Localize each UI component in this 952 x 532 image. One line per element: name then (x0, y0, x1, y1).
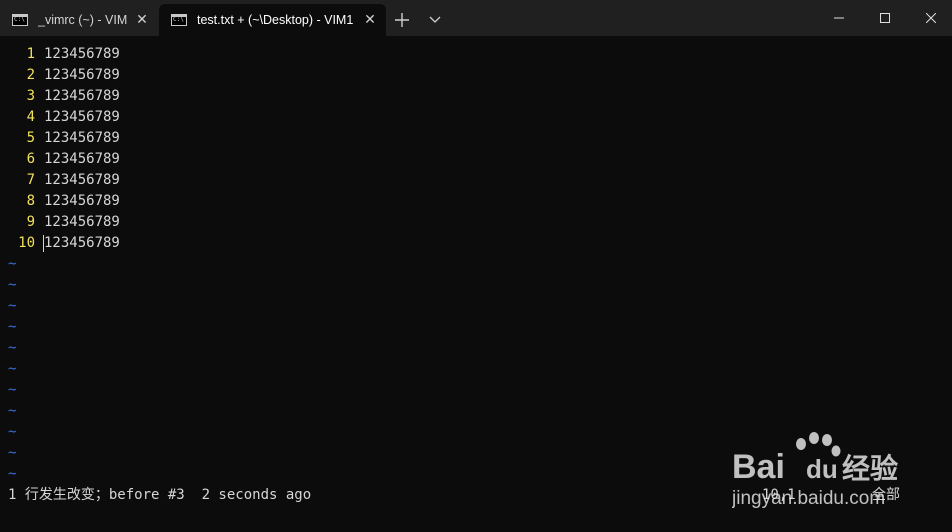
empty-line-tilde: ~ (8, 361, 17, 377)
line-text: 123456789 (44, 172, 120, 188)
line-number: 6 (26, 151, 35, 167)
baidu-paw-logo (796, 432, 841, 457)
scroll-indicator: 全部 (872, 487, 900, 503)
close-icon[interactable]: ✕ (360, 10, 380, 30)
editor-line: 9 123456789 (0, 212, 120, 233)
watermark-cn: 经验 (842, 452, 898, 485)
editor-line: 3 123456789 (0, 86, 120, 107)
tab-dropdown-button[interactable] (424, 8, 446, 32)
close-icon (926, 13, 936, 23)
empty-line-tilde: ~ (8, 319, 17, 335)
empty-line-tilde: ~ (8, 382, 17, 398)
line-text: 123456789 (44, 193, 120, 209)
empty-line-tilde: ~ (8, 298, 17, 314)
watermark-brand: Bai (732, 448, 785, 486)
editor-line: 8 123456789 (0, 191, 120, 212)
empty-line-tilde: ~ (8, 403, 17, 419)
watermark-brand-suffix: du (806, 454, 838, 484)
line-number: 10 (18, 235, 35, 251)
maximize-icon (880, 13, 890, 23)
line-number: 5 (26, 130, 35, 146)
terminal-icon (12, 14, 28, 26)
empty-line-tilde: ~ (8, 256, 17, 272)
minimize-icon (834, 17, 844, 19)
cursor-position: 10,1 (762, 487, 796, 503)
ruler: 10,1 全部 (762, 485, 900, 506)
close-icon[interactable]: ✕ (132, 10, 152, 30)
line-text: 123456789 (44, 109, 120, 125)
window-close-button[interactable] (908, 0, 952, 36)
new-tab-button[interactable] (390, 8, 414, 32)
editor-line: 7 123456789 (0, 170, 120, 191)
line-number: 2 (26, 67, 35, 83)
line-text: 123456789 (44, 214, 120, 230)
line-text: 123456789 (44, 46, 120, 62)
line-text: 123456789 (44, 130, 120, 146)
chevron-down-icon (429, 16, 441, 23)
line-text: 123456789 (44, 67, 120, 83)
text-cursor (43, 235, 44, 252)
line-text: 123456789 (44, 151, 120, 167)
editor-line: 6 123456789 (0, 149, 120, 170)
tab-test-txt[interactable]: test.txt + (~\Desktop) - VIM1 ✕ (159, 4, 386, 36)
tab-title: _vimrc (~) - VIM (38, 13, 128, 27)
empty-line-tilde: ~ (8, 445, 17, 461)
line-number: 9 (26, 214, 35, 230)
editor-line: 10 123456789 (0, 233, 120, 254)
line-text: 123456789 (44, 88, 120, 104)
editor-line: 5 123456789 (0, 128, 120, 149)
terminal-icon (171, 14, 187, 26)
line-number: 4 (26, 109, 35, 125)
line-text: 123456789 (44, 235, 120, 251)
status-message: 1 行发生改变；before #3 2 seconds ago (8, 487, 312, 503)
terminal-window: _vimrc (~) - VIM ✕ test.txt + (~\Desktop… (0, 0, 952, 532)
editor-line: 2 123456789 (0, 65, 120, 86)
empty-line-tilde: ~ (8, 277, 17, 293)
title-bar: _vimrc (~) - VIM ✕ test.txt + (~\Desktop… (0, 0, 952, 36)
maximize-button[interactable] (862, 0, 908, 36)
empty-line-tilde: ~ (8, 424, 17, 440)
empty-line-tilde: ~ (8, 466, 17, 482)
empty-line-tilde: ~ (8, 340, 17, 356)
plus-icon (395, 13, 409, 27)
line-number: 7 (26, 172, 35, 188)
line-number: 3 (26, 88, 35, 104)
tab-title: test.txt + (~\Desktop) - VIM1 (197, 13, 354, 27)
line-number: 1 (26, 46, 35, 62)
editor-line: 1 123456789 (0, 44, 120, 65)
tab-vimrc[interactable]: _vimrc (~) - VIM ✕ (0, 4, 158, 36)
line-number: 8 (26, 193, 35, 209)
minimize-button[interactable] (816, 0, 862, 36)
editor-line: 4 123456789 (0, 107, 120, 128)
